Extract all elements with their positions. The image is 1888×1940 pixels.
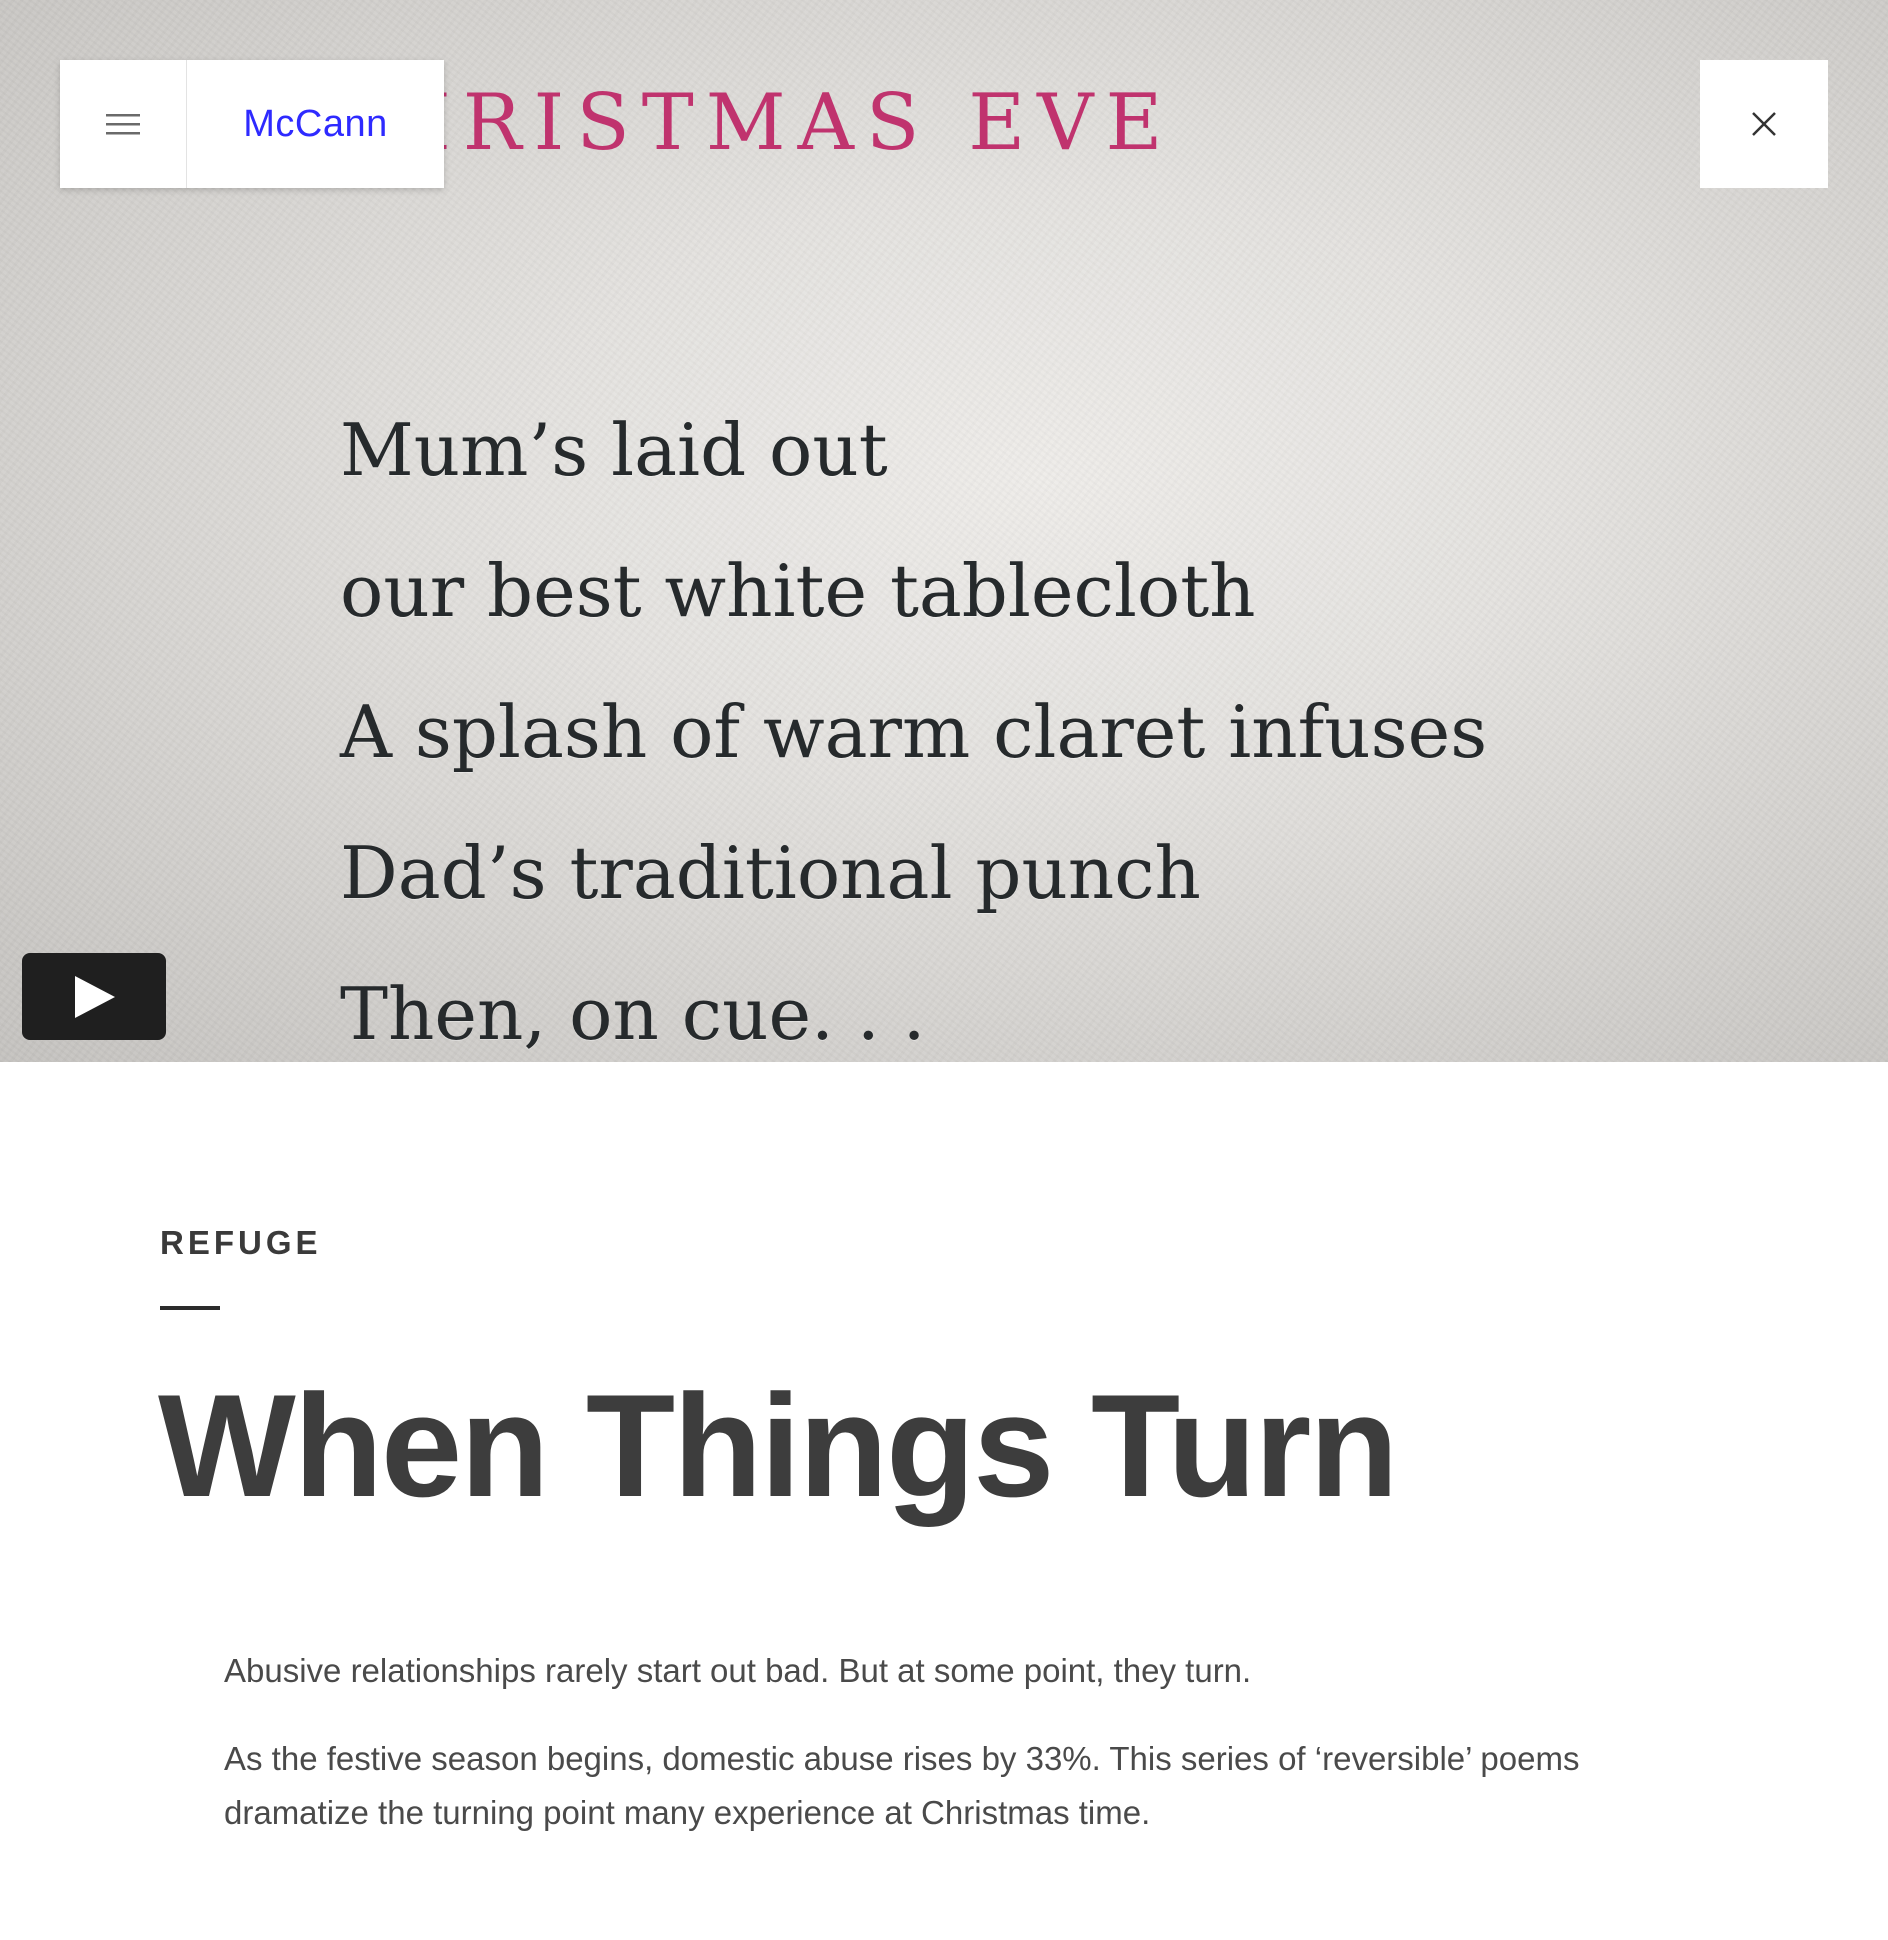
mccann-logo[interactable]: McCann <box>187 60 444 188</box>
hamburger-icon <box>106 114 140 135</box>
paragraph: Abusive relationships rarely start out b… <box>224 1652 1252 1689</box>
play-icon <box>75 975 115 1018</box>
brand-bar: McCann <box>60 60 444 188</box>
page-title: When Things Turn <box>158 1364 1399 1527</box>
poem-text: Mum’s laid out our best white tablecloth… <box>340 380 1487 1062</box>
paragraph: As the festive season begins, domestic a… <box>224 1740 1580 1831</box>
poem-line: Then, on cue. . . <box>340 972 926 1056</box>
divider <box>160 1306 220 1310</box>
client-label: REFUGE <box>160 1224 322 1261</box>
poem-line: A splash of warm claret infuses <box>340 690 1488 774</box>
poem-line: Mum’s laid out <box>340 408 888 492</box>
menu-button[interactable] <box>60 60 187 188</box>
poem-heading: IRISTMAS EVE <box>420 78 1175 168</box>
article-body: Abusive relationships rarely start out b… <box>224 1644 1684 1874</box>
poem-line: Dad’s traditional punch <box>340 831 1201 915</box>
play-button[interactable] <box>22 953 166 1040</box>
poem-line: our best white tablecloth <box>340 549 1256 633</box>
close-icon <box>1752 112 1776 136</box>
close-button[interactable] <box>1700 60 1828 188</box>
